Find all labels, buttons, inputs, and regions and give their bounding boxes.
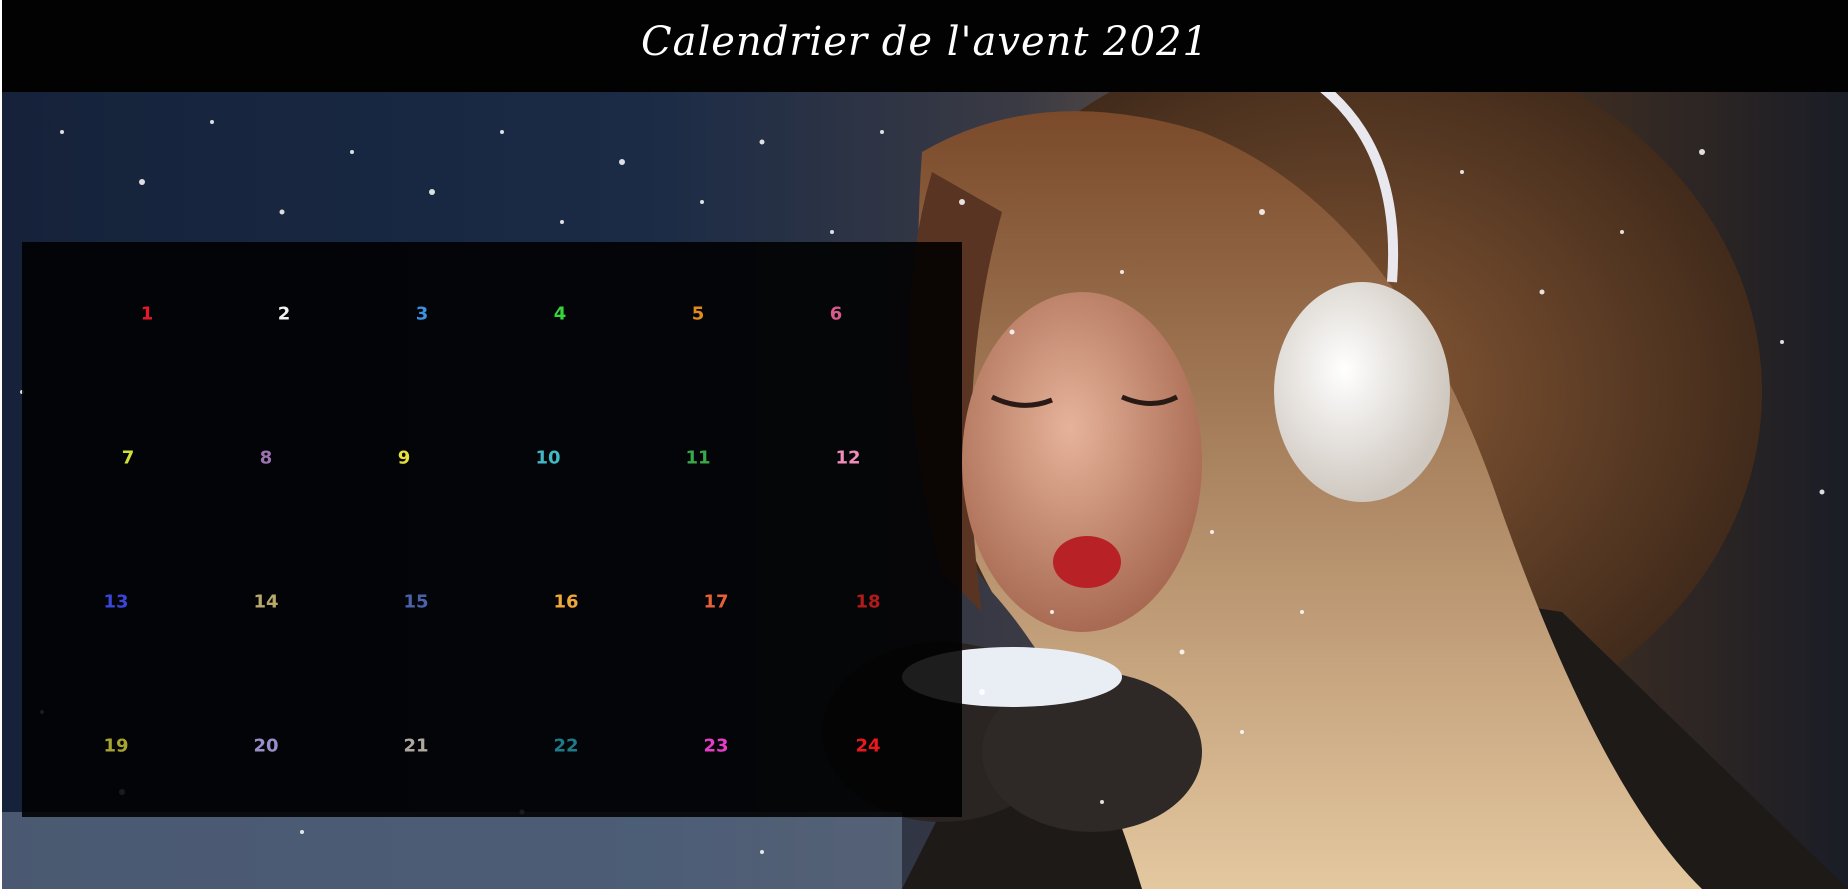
calendar-day-18[interactable]: 18 [845,586,890,619]
calendar-day-20[interactable]: 20 [243,730,288,763]
calendar-day-6[interactable]: 6 [820,298,853,331]
calendar-day-7[interactable]: 7 [112,442,145,475]
calendar-day-3[interactable]: 3 [406,298,439,331]
calendar-day-10[interactable]: 10 [525,442,570,475]
calendar-day-9[interactable]: 9 [388,442,421,475]
calendar-day-12[interactable]: 12 [825,442,870,475]
calendar-day-11[interactable]: 11 [675,442,720,475]
calendar-day-19[interactable]: 19 [93,730,138,763]
calendar-day-2[interactable]: 2 [268,298,301,331]
calendar-day-15[interactable]: 15 [393,586,438,619]
calendar-day-21[interactable]: 21 [393,730,438,763]
calendar-day-8[interactable]: 8 [250,442,283,475]
calendar-day-1[interactable]: 1 [131,298,164,331]
advent-calendar-page: Calendrier de l'avent 2021 1 2 3 4 5 6 7… [0,0,1848,889]
calendar-day-4[interactable]: 4 [544,298,577,331]
calendar-day-22[interactable]: 22 [543,730,588,763]
calendar-day-13[interactable]: 13 [93,586,138,619]
advent-calendar-grid: 1 2 3 4 5 6 7 8 9 10 11 12 13 14 15 16 17 18 19 20 21 22 23 24 [22,242,962,817]
earmuff-shape [1274,282,1450,502]
calendar-day-5[interactable]: 5 [682,298,715,331]
page-header: Calendrier de l'avent 2021 [2,0,1848,92]
calendar-day-16[interactable]: 16 [543,586,588,619]
calendar-day-23[interactable]: 23 [693,730,738,763]
calendar-day-24[interactable]: 24 [845,730,890,763]
lips-shape [1053,536,1121,588]
calendar-day-14[interactable]: 14 [243,586,288,619]
calendar-day-17[interactable]: 17 [693,586,738,619]
page-title: Calendrier de l'avent 2021 [641,19,1209,65]
